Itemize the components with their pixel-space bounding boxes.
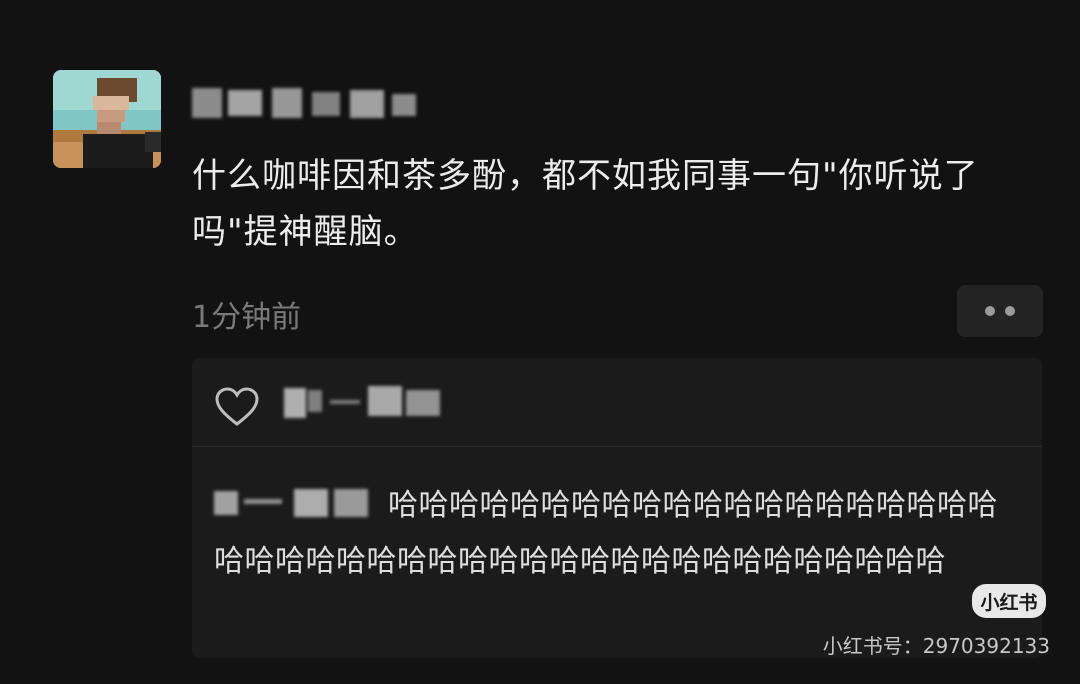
more-dots-icon [985, 306, 995, 316]
more-options-button[interactable] [957, 285, 1043, 337]
post-timestamp: 1分钟前 [192, 300, 302, 335]
commenter-name-blurred[interactable] [214, 483, 376, 523]
heart-outline-icon[interactable] [214, 386, 260, 428]
likes-row [192, 358, 1042, 446]
panel-divider [192, 446, 1042, 447]
likers-blurred[interactable] [284, 380, 444, 424]
avatar[interactable] [53, 70, 161, 168]
avatar-image [53, 70, 161, 168]
username-blurred[interactable] [192, 82, 422, 124]
post-text: 什么咖啡因和茶多酚，都不如我同事一句"你听说了吗"提神醒脑。 [192, 156, 979, 252]
comment-item[interactable]: 哈哈哈哈哈哈哈哈哈哈哈哈哈哈哈哈哈哈哈哈哈哈哈哈哈哈哈哈哈哈哈哈哈哈哈哈哈哈哈哈… [214, 478, 1024, 590]
xiaohongshu-logo-badge: 小红书 [972, 584, 1046, 618]
interaction-panel: 哈哈哈哈哈哈哈哈哈哈哈哈哈哈哈哈哈哈哈哈哈哈哈哈哈哈哈哈哈哈哈哈哈哈哈哈哈哈哈哈… [192, 358, 1042, 658]
xiaohongshu-id-watermark: 小红书号：2970392133 [822, 634, 1050, 658]
